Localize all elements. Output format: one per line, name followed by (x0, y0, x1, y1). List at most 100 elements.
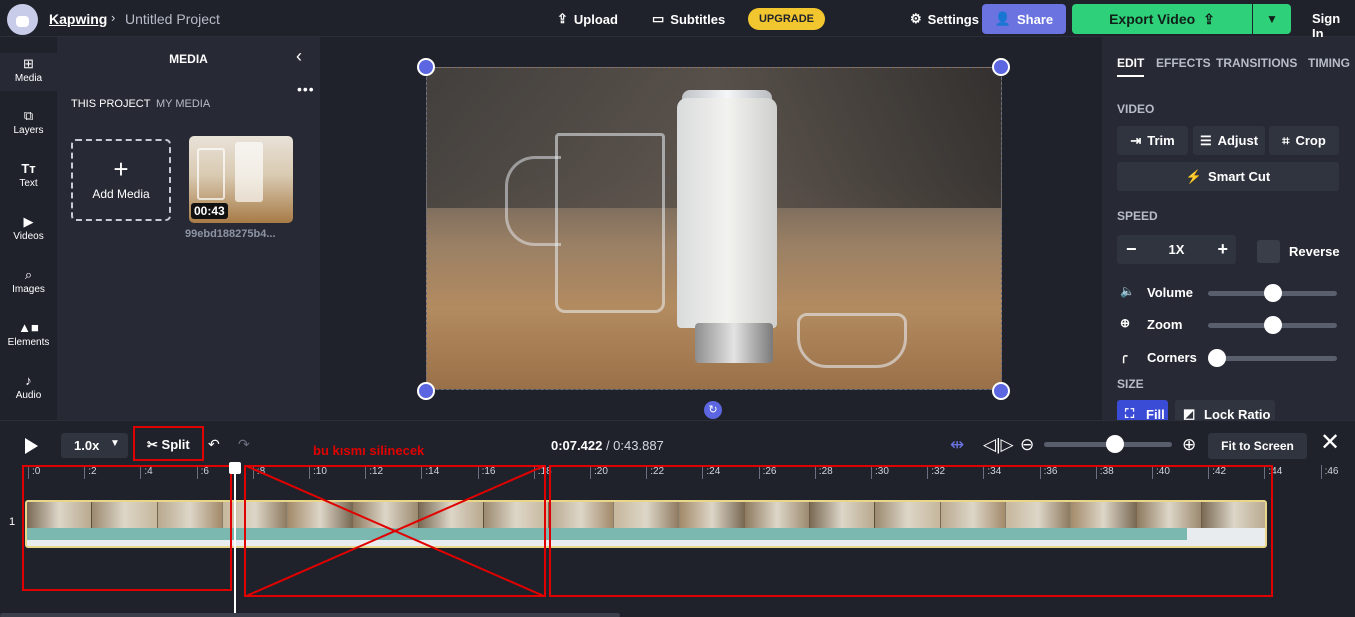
split-button[interactable]: ✂ Split (133, 426, 204, 461)
rail-item-elements[interactable]: ▲■ Elements (0, 320, 57, 348)
snap-icon[interactable]: ⇹ (950, 435, 964, 455)
total-time: / 0:43.887 (605, 438, 664, 453)
shaker-lid (797, 313, 907, 368)
play-icon[interactable] (25, 438, 38, 454)
breadcrumb-separator: › (111, 10, 116, 25)
zoom-slider[interactable]: ⊕ Zoom (1120, 315, 1340, 335)
upload-button[interactable]: ⇪ Upload (557, 11, 618, 27)
collapse-panel-icon[interactable]: ‹ (296, 46, 302, 67)
search-icon: ⌕ (24, 267, 33, 282)
resize-handle-bottom-left[interactable] (417, 382, 435, 400)
volume-slider[interactable]: 🔈 Volume (1120, 283, 1340, 303)
trim-icon: ⇥ (1130, 132, 1142, 148)
trim-label: Trim (1147, 133, 1175, 148)
reverse-checkbox[interactable] (1257, 240, 1280, 263)
crop-button[interactable]: ⌗ Crop (1269, 126, 1339, 155)
corners-knob[interactable] (1208, 349, 1226, 367)
playhead-handle[interactable] (229, 462, 241, 474)
fit-to-screen-button[interactable]: Fit to Screen (1208, 433, 1307, 459)
subtitles-button[interactable]: ▭ Subtitles (652, 11, 725, 27)
export-video-button[interactable]: Export Video ⇪ (1072, 4, 1252, 34)
shapes-icon: ▲■ (18, 320, 39, 335)
tab-edit[interactable]: EDIT (1117, 56, 1145, 77)
upgrade-button[interactable]: UPGRADE (748, 8, 825, 30)
adjust-label: Adjust (1217, 133, 1259, 148)
fill-button[interactable]: ⛶ Fill (1117, 400, 1168, 420)
rail-item-text[interactable]: Tт Text (0, 161, 57, 189)
kapwing-editor: Kapwing › Untitled Project ⇪ Upload ▭ Su… (0, 0, 1355, 617)
more-options-icon[interactable]: ••• (297, 81, 315, 97)
subtitles-icon: ▭ (652, 11, 665, 26)
brand-link[interactable]: Kapwing (49, 11, 107, 27)
lock-ratio-button[interactable]: ◩ Lock Ratio (1175, 400, 1275, 420)
smart-cut-button[interactable]: ⚡ Smart Cut (1117, 162, 1339, 191)
zoom-in-icon[interactable]: ⊕ (1182, 435, 1196, 455)
timeline-zoom-knob[interactable] (1106, 435, 1124, 453)
chevron-down-icon: ▼ (110, 438, 120, 449)
rail-item-videos[interactable]: ▶ Videos (0, 214, 57, 242)
reverse-label: Reverse (1289, 244, 1340, 259)
rail-label: Text (19, 178, 38, 189)
tab-this-project[interactable]: THIS PROJECT (71, 98, 150, 110)
split-screen-icon[interactable]: ◁|▷ (983, 435, 1014, 455)
close-icon[interactable]: ✕ (1320, 428, 1340, 457)
tab-transitions[interactable]: TRANSITIONS (1216, 56, 1297, 70)
settings-button[interactable]: ⚙ Settings (910, 11, 979, 27)
crop-label: Crop (1295, 133, 1326, 148)
thumbnail-duration: 00:43 (191, 203, 228, 219)
rail-item-media[interactable]: ⊞ Media (0, 53, 57, 91)
subtitles-label: Subtitles (670, 11, 726, 27)
tab-my-media[interactable]: MY MEDIA (156, 98, 210, 110)
fill-label: Fill (1146, 407, 1165, 420)
thumbnail-shaker (235, 142, 263, 202)
rail-label: Images (12, 284, 45, 295)
redo-icon[interactable]: ↷ (238, 436, 250, 453)
zoom-out-icon[interactable]: ⊖ (1020, 435, 1034, 455)
annotation-note: bu kısmı silinecek (313, 443, 425, 458)
resize-handle-top-right[interactable] (992, 58, 1010, 76)
ratio-icon: ◩ (1183, 406, 1196, 420)
music-note-icon: ♪ (25, 373, 32, 388)
playback-speed-select[interactable]: 1.0x ▼ (61, 433, 128, 458)
annotation-box-left (22, 465, 232, 591)
upload-icon: ⇪ (557, 11, 568, 26)
timeline-scrollbar[interactable] (0, 613, 620, 617)
smart-cut-label: Smart Cut (1208, 169, 1271, 184)
adjust-button[interactable]: ☰ Adjust (1193, 126, 1265, 155)
tab-effects[interactable]: EFFECTS (1156, 56, 1211, 70)
video-preview[interactable] (426, 67, 1002, 390)
current-time: 0:07.422 (551, 438, 603, 453)
rail-label: Elements (7, 337, 50, 348)
chevron-down-icon: ▼ (1266, 12, 1278, 26)
rail-item-images[interactable]: ⌕ Images (0, 267, 57, 295)
rail-label: Audio (15, 390, 42, 401)
section-video: VIDEO (1117, 102, 1155, 116)
corners-label: Corners (1147, 350, 1197, 365)
rail-item-layers[interactable]: ⧉ Layers (0, 108, 57, 136)
rotate-handle-icon[interactable]: ↻ (704, 401, 722, 419)
add-person-icon: 👤 (994, 11, 1012, 26)
zoom-knob[interactable] (1263, 316, 1282, 334)
trim-button[interactable]: ⇥ Trim (1117, 126, 1188, 155)
section-speed: SPEED (1117, 209, 1158, 223)
media-thumbnail[interactable]: 00:43 (189, 136, 293, 223)
volume-knob[interactable] (1263, 284, 1282, 302)
add-media-button[interactable]: + Add Media (71, 139, 171, 221)
lock-ratio-label: Lock Ratio (1204, 407, 1271, 420)
resize-handle-bottom-right[interactable] (992, 382, 1010, 400)
tab-timing[interactable]: TIMING (1308, 56, 1350, 70)
plus-icon[interactable]: + (1217, 239, 1228, 260)
corners-track[interactable] (1208, 356, 1337, 361)
rail-item-audio[interactable]: ♪ Audio (0, 373, 57, 401)
kapwing-logo-icon[interactable] (7, 4, 38, 35)
undo-icon[interactable]: ↶ (208, 436, 220, 453)
expand-icon: ⛶ (1125, 406, 1135, 420)
corners-slider[interactable]: ╭ Corners (1120, 348, 1340, 368)
export-dropdown-button[interactable]: ▼ (1253, 4, 1291, 34)
project-title[interactable]: Untitled Project (125, 11, 220, 27)
resize-handle-top-left[interactable] (417, 58, 435, 76)
minus-icon[interactable]: − (1126, 239, 1137, 260)
playhead[interactable] (234, 464, 236, 617)
lightning-icon: ⚡ (1185, 168, 1203, 184)
share-button[interactable]: 👤 Share (982, 4, 1066, 34)
